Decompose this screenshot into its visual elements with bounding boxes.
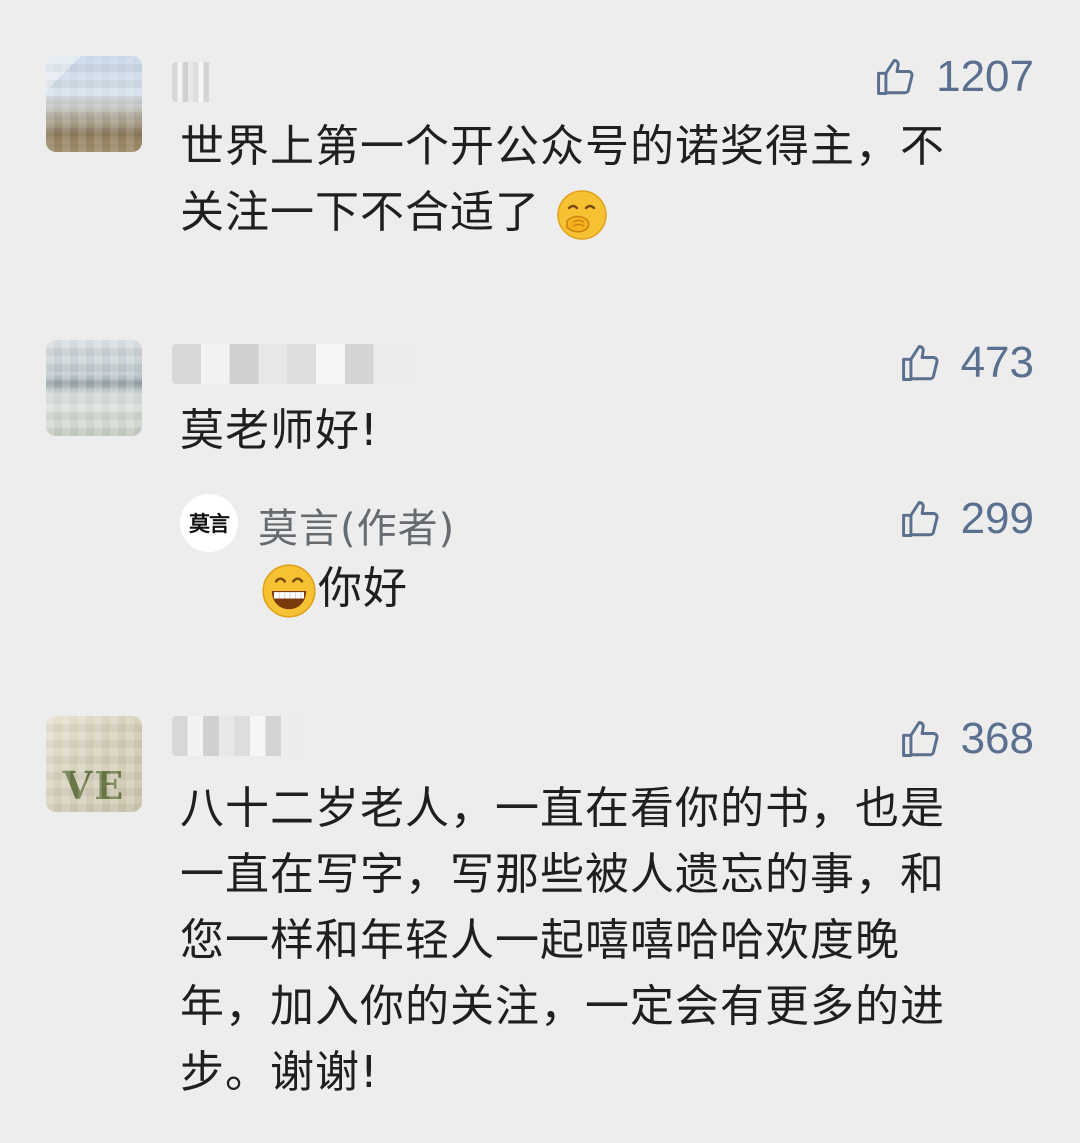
like-count: 368 xyxy=(960,714,1034,763)
commenter-avatar[interactable] xyxy=(46,56,142,152)
comment-text: 世界上第一个开公众号的诺奖得主，不 关注一下不合适了 xyxy=(180,114,1040,246)
reply-text: 你好 xyxy=(260,556,408,622)
comment-text-line: 一直在写字，写那些被人遗忘的事，和 xyxy=(180,849,945,900)
smirk-hand-over-mouth-emoji-icon xyxy=(557,190,607,240)
comment-text: 莫老师好! xyxy=(180,405,379,456)
comment-text-span: 关注一下不合适了 xyxy=(180,187,540,238)
comment-text-line: 步。谢谢! xyxy=(180,1047,379,1098)
thumbs-up-icon xyxy=(901,501,939,537)
comment-text-line: 您一样和年轻人一起嘻嘻哈哈欢度晚 xyxy=(180,915,900,966)
comment-text: 八十二岁老人，一直在看你的书，也是 一直在写字，写那些被人遗忘的事，和 您一样和… xyxy=(180,776,1050,1106)
like-count: 473 xyxy=(960,338,1034,387)
like-button[interactable]: 368 xyxy=(899,714,1034,764)
thumbs-up-icon xyxy=(901,345,939,381)
avatar-love-text: VE xyxy=(62,763,126,808)
comment-text-line: 八十二岁老人，一直在看你的书，也是 xyxy=(180,783,945,834)
comment-text-line: 世界上第一个开公众号的诺奖得主，不 xyxy=(180,121,945,172)
thumbs-up-icon xyxy=(901,721,939,757)
thumbs-up-icon xyxy=(877,59,914,95)
like-count: 299 xyxy=(960,494,1034,543)
commenter-avatar[interactable] xyxy=(46,340,142,436)
reply-text-span: 你好 xyxy=(318,563,408,614)
comment-text-line: 年，加入你的关注，一定会有更多的进 xyxy=(180,981,945,1032)
reply-like-button[interactable]: 299 xyxy=(899,494,1034,544)
comment-text-line-2: 关注一下不合适了 xyxy=(180,180,1040,246)
commenter-name-blurred[interactable] xyxy=(172,344,412,384)
commenter-name-blurred[interactable] xyxy=(172,62,216,102)
commenter-name-blurred[interactable] xyxy=(172,716,302,756)
grinning-emoji-icon xyxy=(262,564,316,618)
author-avatar[interactable]: 莫言 xyxy=(180,494,238,552)
commenter-avatar[interactable]: VE xyxy=(46,716,142,812)
author-name[interactable]: 莫言(作者) xyxy=(258,496,455,554)
like-button[interactable]: 1207 xyxy=(874,52,1034,102)
like-count: 1207 xyxy=(936,52,1034,101)
like-button[interactable]: 473 xyxy=(899,338,1034,388)
